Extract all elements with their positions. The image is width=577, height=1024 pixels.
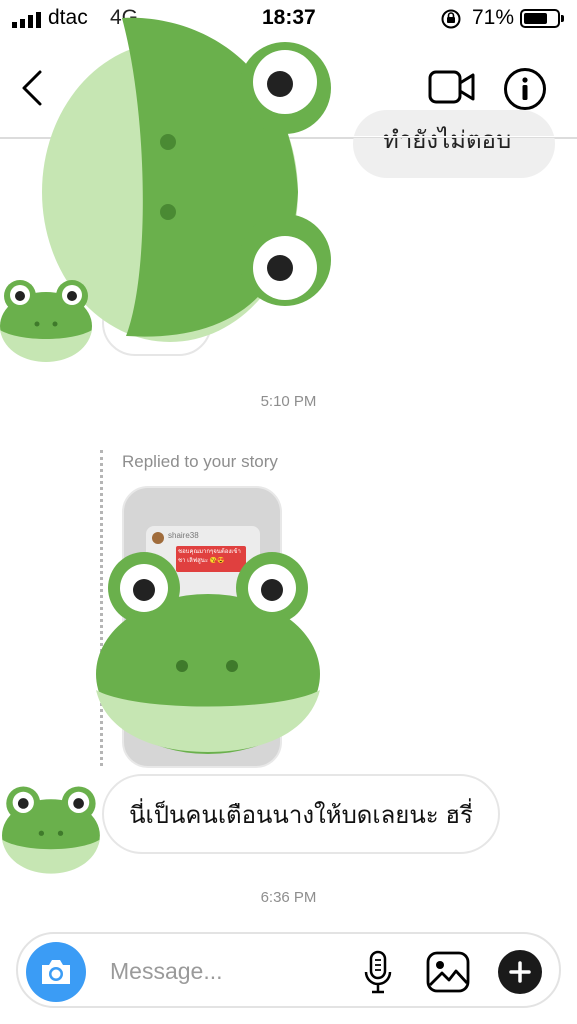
- message-input[interactable]: [108, 952, 352, 990]
- camera-icon: [42, 960, 70, 984]
- received-message-bubble[interactable]: นี่เป็นคนเตือนนางให้บดเลยนะ ฮรี่: [102, 774, 500, 854]
- sent-message-bubble[interactable]: ทำยังไม่ตอบ: [353, 110, 555, 178]
- microphone-icon[interactable]: [362, 950, 394, 994]
- battery-icon: [520, 9, 560, 28]
- avatar-frog[interactable]: [0, 278, 94, 362]
- message-composer: [16, 932, 561, 1008]
- plus-button[interactable]: [498, 950, 542, 994]
- plus-icon: [509, 961, 531, 983]
- signal-icon: [12, 12, 41, 28]
- sent-message-text: ทำยังไม่ตอบ: [383, 127, 512, 154]
- avatar-frog[interactable]: [2, 784, 102, 874]
- battery-level: [524, 13, 547, 24]
- battery-tip: [561, 15, 564, 22]
- frog-sticker-story: [96, 552, 320, 754]
- story-user-avatar: [152, 532, 164, 544]
- battery-percentage: 71%: [472, 6, 515, 29]
- info-icon[interactable]: [503, 67, 547, 111]
- received-message-text: นี่เป็นคนเตือนนางให้บดเลยนะ ฮรี่: [129, 801, 473, 829]
- story-username: shaire38: [168, 531, 199, 540]
- video-camera-icon[interactable]: [428, 70, 476, 106]
- image-icon[interactable]: [426, 951, 470, 993]
- story-reply-label: Replied to your story: [122, 452, 278, 471]
- timestamp: 5:10 PM: [260, 393, 317, 410]
- rotation-lock-icon: [441, 9, 461, 29]
- timestamp: 6:36 PM: [260, 889, 317, 906]
- camera-button[interactable]: [26, 942, 86, 1002]
